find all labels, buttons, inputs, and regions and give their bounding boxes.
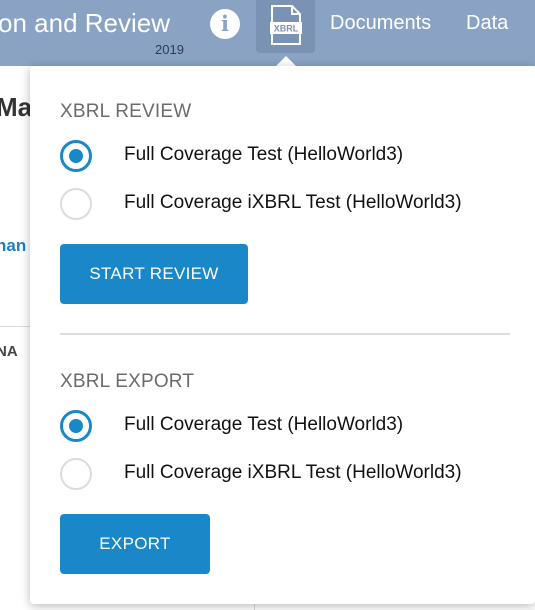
xbrl-export-title: XBRL EXPORT [60,371,195,392]
export-button[interactable]: EXPORT [60,514,210,574]
review-option-1-label[interactable]: Full Coverage Test (HelloWorld3) [124,144,403,166]
start-review-button[interactable]: START REVIEW [60,244,248,304]
svg-text:XBRL: XBRL [274,24,299,34]
section-divider [60,333,510,335]
dropdown-caret [276,56,296,66]
xbrl-dropdown-panel: XBRL REVIEW Full Coverage Test (HelloWor… [30,66,535,604]
nav-data[interactable]: Data [466,12,508,35]
review-option-2[interactable]: Full Coverage iXBRL Test (HelloWorld3) [60,188,520,224]
review-option-1[interactable]: Full Coverage Test (HelloWorld3) [60,140,520,176]
year-label: 2019 [155,42,184,57]
radio-unselected[interactable] [60,458,92,490]
info-icon[interactable]: i [210,9,240,39]
background-divider [0,326,30,327]
radio-unselected[interactable] [60,188,92,220]
export-option-1-label[interactable]: Full Coverage Test (HelloWorld3) [124,414,403,436]
nav-documents[interactable]: Documents [330,12,431,35]
background-column-header: NA [0,343,18,360]
xbrl-file-icon: XBRL [270,5,302,45]
radio-selected[interactable] [60,410,92,442]
radio-selected[interactable] [60,140,92,172]
page-title: on and Review [0,8,170,38]
top-header: on and Review 2019 i XBRL Documents Data [0,0,535,66]
background-column-divider [254,604,255,610]
xbrl-review-title: XBRL REVIEW [60,101,192,122]
xbrl-menu-button[interactable]: XBRL [256,0,315,53]
review-option-2-label[interactable]: Full Coverage iXBRL Test (HelloWorld3) [124,192,462,214]
export-option-2[interactable]: Full Coverage iXBRL Test (HelloWorld3) [60,458,520,494]
background-link[interactable]: han [0,236,26,256]
export-option-2-label[interactable]: Full Coverage iXBRL Test (HelloWorld3) [124,462,462,484]
export-option-1[interactable]: Full Coverage Test (HelloWorld3) [60,410,520,446]
